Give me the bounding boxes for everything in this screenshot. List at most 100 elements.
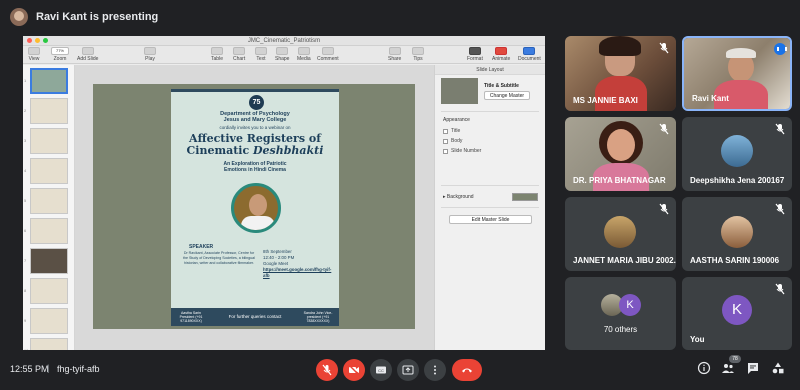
poster-title-line2: Cinematic Deshbhakti xyxy=(186,144,324,157)
slide-thumbnail[interactable] xyxy=(30,188,68,214)
poster-footer: Aastha Sarin President (+91 9711890XXX) … xyxy=(171,308,339,326)
muted-mic-icon xyxy=(658,122,670,135)
participant-avatar xyxy=(721,135,753,167)
participant-tile-active-speaker[interactable]: Ravi Kant xyxy=(682,36,792,111)
muted-mic-icon xyxy=(774,202,786,215)
slide-canvas[interactable]: 75 Department of Psychology Jesus and Ma… xyxy=(75,65,434,350)
leave-call-button[interactable] xyxy=(452,359,482,381)
others-tile[interactable]: K 70 others xyxy=(565,277,676,350)
slide-number-checkbox[interactable]: Slide Number xyxy=(443,148,481,154)
self-name: You xyxy=(690,335,705,344)
chat-icon xyxy=(748,363,758,374)
slide-thumbnail[interactable] xyxy=(30,218,68,244)
speaking-indicator-icon xyxy=(774,43,787,55)
slide-thumbnail-number: 1 xyxy=(24,78,27,83)
participant-count-badge: 78 xyxy=(729,355,741,363)
shared-screen[interactable]: JMC_Cinematic_Patriotism View 77% Zoom Ad… xyxy=(23,36,545,350)
chat-button[interactable] xyxy=(746,361,760,375)
slide-thumbnail[interactable] xyxy=(30,128,68,154)
captions-button[interactable]: CC xyxy=(370,359,392,381)
background-label[interactable]: ▸ Background xyxy=(443,194,474,200)
table-icon xyxy=(211,47,223,55)
slide-thumbnail-number: 4 xyxy=(24,168,27,173)
slide-thumbnail[interactable] xyxy=(30,98,68,124)
presenter-avatar xyxy=(10,8,28,26)
slide-navigator[interactable]: 1234567891011 xyxy=(23,65,75,350)
mic-toggle-button[interactable] xyxy=(316,359,338,381)
info-icon xyxy=(697,361,711,375)
slide-thumbnail[interactable] xyxy=(30,338,68,350)
participant-tile[interactable]: JANNET MARIA JIBU 2002... xyxy=(565,197,676,271)
change-master-button[interactable]: Change Master xyxy=(484,91,530,100)
chart-icon xyxy=(233,47,246,55)
participant-tile[interactable]: MS JANNIE BAXI xyxy=(565,36,676,111)
animate-icon xyxy=(495,47,508,55)
activities-icon xyxy=(772,362,784,374)
slide-thumbnail[interactable] xyxy=(30,248,68,274)
top-bar: Ravi Kant is presenting xyxy=(0,0,800,34)
slide-thumbnail[interactable] xyxy=(30,308,68,334)
slide-thumbnail[interactable] xyxy=(30,278,68,304)
people-button[interactable] xyxy=(721,361,735,375)
participant-name: Ravi Kant xyxy=(692,94,729,103)
document-button[interactable]: Document xyxy=(518,47,541,62)
participant-name: JANNET MARIA JIBU 2002... xyxy=(573,256,676,265)
view-button[interactable]: View xyxy=(28,47,40,62)
zoom-button[interactable]: 77% Zoom xyxy=(51,47,69,62)
slide-thumbnail-number: 7 xyxy=(24,258,27,263)
meeting-details-button[interactable] xyxy=(697,361,711,375)
tips-button[interactable]: Tips xyxy=(412,47,424,62)
slide-thumbnail-number: 9 xyxy=(24,318,27,323)
media-icon xyxy=(297,47,310,55)
shape-button[interactable]: Shape xyxy=(275,47,289,62)
slide-thumbnail-number: 10 xyxy=(24,348,28,350)
format-icon xyxy=(468,47,481,55)
activities-button[interactable] xyxy=(771,361,785,375)
text-button[interactable]: Text xyxy=(255,47,267,62)
tips-icon xyxy=(412,47,424,55)
separator: | xyxy=(47,363,50,373)
footer-queries: For further queries contact xyxy=(228,314,282,319)
camera-toggle-button[interactable] xyxy=(343,359,365,381)
mic-off-icon xyxy=(322,364,332,376)
svg-text:CC: CC xyxy=(378,368,384,373)
speaker-info: Dr Ravikant, Associate Professor, Centre… xyxy=(183,251,255,265)
body-checkbox[interactable]: Body xyxy=(443,138,462,144)
participant-tile[interactable]: Deepshikha Jena 200167 xyxy=(682,117,792,191)
camera-off-icon xyxy=(348,364,360,376)
media-button[interactable]: Media xyxy=(297,47,311,62)
view-icon xyxy=(28,47,40,55)
appearance-heading: Appearance xyxy=(443,117,470,123)
animate-button[interactable]: Animate xyxy=(492,47,510,62)
muted-mic-icon xyxy=(774,282,786,295)
comment-button[interactable]: Comment xyxy=(317,47,339,62)
participant-name: DR. PRIYA BHATNAGAR xyxy=(573,176,666,185)
slide-thumbnail[interactable] xyxy=(30,158,68,184)
keynote-body: 1234567891011 75 Department of Psycholog… xyxy=(23,65,545,350)
participant-tile[interactable]: DR. PRIYA BHATNAGAR xyxy=(565,117,676,191)
title-checkbox[interactable]: Title xyxy=(443,128,460,134)
more-options-button[interactable] xyxy=(424,359,446,381)
current-slide[interactable]: 75 Department of Psychology Jesus and Ma… xyxy=(93,84,415,329)
table-button[interactable]: Table xyxy=(211,47,223,62)
event-link[interactable]: https://meet.google.com/fhg-tyif-afb xyxy=(263,267,333,279)
edit-master-slide-button[interactable]: Edit Master Slide xyxy=(449,215,532,224)
self-tile[interactable]: K You xyxy=(682,277,792,350)
chart-button[interactable]: Chart xyxy=(233,47,245,62)
muted-mic-icon xyxy=(774,122,786,135)
play-button[interactable]: Play xyxy=(144,47,156,62)
document-title: JMC_Cinematic_Patriotism xyxy=(247,38,321,44)
event-details: 8th September 12:40 - 2:00 PM Google Mee… xyxy=(263,249,333,279)
tab-slide-layout[interactable]: Slide Layout xyxy=(435,65,545,75)
shape-icon xyxy=(276,47,289,55)
participant-tile[interactable]: AASTHA SARIN 190006 xyxy=(682,197,792,271)
slide-thumbnail[interactable] xyxy=(30,68,68,94)
add-slide-button[interactable]: Add Slide xyxy=(77,47,98,62)
participant-name: AASTHA SARIN 190006 xyxy=(690,256,780,265)
footer-contact-right: Sandra John Vice-president (+91 7838XXXX… xyxy=(303,311,333,323)
present-now-button[interactable] xyxy=(397,359,419,381)
share-button[interactable]: Share xyxy=(388,47,401,62)
background-color-well[interactable] xyxy=(512,193,538,201)
format-button[interactable]: Format xyxy=(467,47,483,62)
master-slide-thumbnail[interactable] xyxy=(441,78,478,104)
